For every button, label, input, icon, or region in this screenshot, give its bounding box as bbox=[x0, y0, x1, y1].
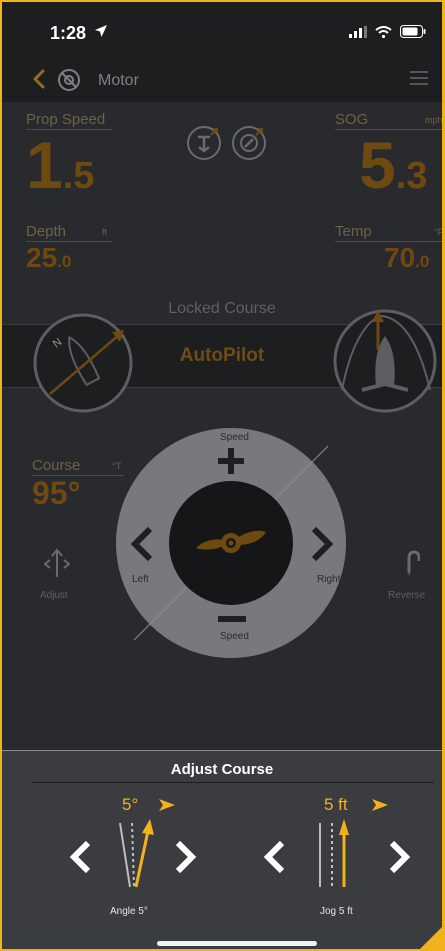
anchor-mode-icon[interactable] bbox=[185, 124, 223, 167]
temp-value: 70.0 bbox=[384, 244, 429, 272]
signal-icon bbox=[349, 25, 367, 43]
page-title: Motor bbox=[98, 72, 139, 89]
adjust-label[interactable]: Adjust bbox=[40, 590, 68, 601]
depth-label: Depth bbox=[26, 223, 67, 240]
motor-icon bbox=[56, 67, 82, 98]
course-label: Course bbox=[32, 457, 81, 474]
reverse-label[interactable]: Reverse bbox=[388, 590, 425, 601]
sog-label: SOG bbox=[335, 111, 369, 128]
left-button[interactable] bbox=[130, 526, 154, 567]
prop-speed-dec: .5 bbox=[62, 155, 95, 197]
home-indicator[interactable] bbox=[157, 941, 317, 946]
temp-dec: .0 bbox=[415, 252, 430, 271]
location-arrow-icon bbox=[94, 24, 108, 43]
angle-increase-button[interactable] bbox=[172, 839, 198, 880]
sog-dec: .3 bbox=[395, 155, 428, 197]
angle-arrow-icon bbox=[159, 798, 175, 816]
reverse-icon[interactable] bbox=[398, 547, 421, 583]
course-value: 95° bbox=[32, 475, 81, 511]
divider bbox=[32, 782, 434, 783]
depth-value: 25.0 bbox=[26, 244, 71, 272]
autopilot-boat-icon[interactable] bbox=[332, 308, 438, 419]
sog-unit: mph bbox=[425, 115, 443, 125]
depth-dec: .0 bbox=[57, 252, 72, 271]
depth-int: 25 bbox=[26, 242, 58, 273]
angle-value: 5° bbox=[122, 795, 139, 814]
corner-decoration bbox=[420, 927, 442, 949]
sog-int: 5 bbox=[359, 128, 396, 202]
heading-compass-icon[interactable]: N bbox=[32, 312, 134, 419]
depth-unit: ft bbox=[102, 227, 108, 237]
jog-arrow-icon bbox=[372, 798, 388, 816]
prop-speed-label: Prop Speed bbox=[26, 111, 106, 128]
speed-up-button[interactable] bbox=[216, 446, 246, 481]
angle-caption: Angle 5° bbox=[110, 906, 148, 917]
dashboard: Prop Speed 1.5 SOG mph 5.3 Depth ft 25.0… bbox=[2, 102, 442, 750]
speed-up-label: Speed bbox=[220, 432, 249, 443]
jog-indicator-icon bbox=[314, 819, 366, 894]
temp-int: 70 bbox=[384, 242, 416, 273]
right-button[interactable] bbox=[310, 526, 334, 567]
jog-caption: Jog 5 ft bbox=[320, 906, 353, 917]
wifi-icon bbox=[375, 25, 392, 43]
temp-unit: °F bbox=[434, 227, 444, 237]
prop-speed-value: 1.5 bbox=[26, 132, 94, 198]
status-bar: 1:28 bbox=[2, 2, 442, 62]
battery-icon bbox=[400, 25, 426, 43]
adjust-course-title: Adjust Course bbox=[170, 761, 274, 778]
app-frame: 1:28 Motor Prop Speed 1.5 SOG mph 5.3 De… bbox=[0, 0, 445, 951]
adjust-arrows-icon[interactable] bbox=[43, 547, 71, 584]
temp-label: Temp bbox=[335, 223, 372, 240]
nav-bar: Motor bbox=[2, 62, 442, 100]
speed-down-button[interactable] bbox=[218, 611, 246, 629]
jog-decrease-button[interactable] bbox=[262, 839, 288, 880]
compass-mode-icon[interactable] bbox=[230, 124, 268, 167]
status-time: 1:28 bbox=[50, 23, 87, 43]
propeller-icon bbox=[194, 518, 268, 573]
angle-indicator-icon bbox=[110, 819, 162, 894]
jog-increase-button[interactable] bbox=[386, 839, 412, 880]
speed-down-label: Speed bbox=[220, 631, 249, 642]
menu-icon[interactable] bbox=[410, 70, 428, 91]
right-label: Right bbox=[317, 574, 341, 585]
back-chevron-icon[interactable] bbox=[32, 68, 46, 95]
left-label: Left bbox=[132, 574, 149, 585]
sog-value: 5.3 bbox=[359, 132, 427, 198]
adjust-course-panel: Adjust Course 5° Angle 5° 5 ft Jog 5 ft bbox=[2, 750, 442, 949]
motor-control-wheel[interactable]: Speed Left Right Speed bbox=[114, 426, 348, 660]
angle-decrease-button[interactable] bbox=[68, 839, 94, 880]
prop-speed-int: 1 bbox=[26, 128, 63, 202]
jog-value: 5 ft bbox=[324, 795, 348, 814]
